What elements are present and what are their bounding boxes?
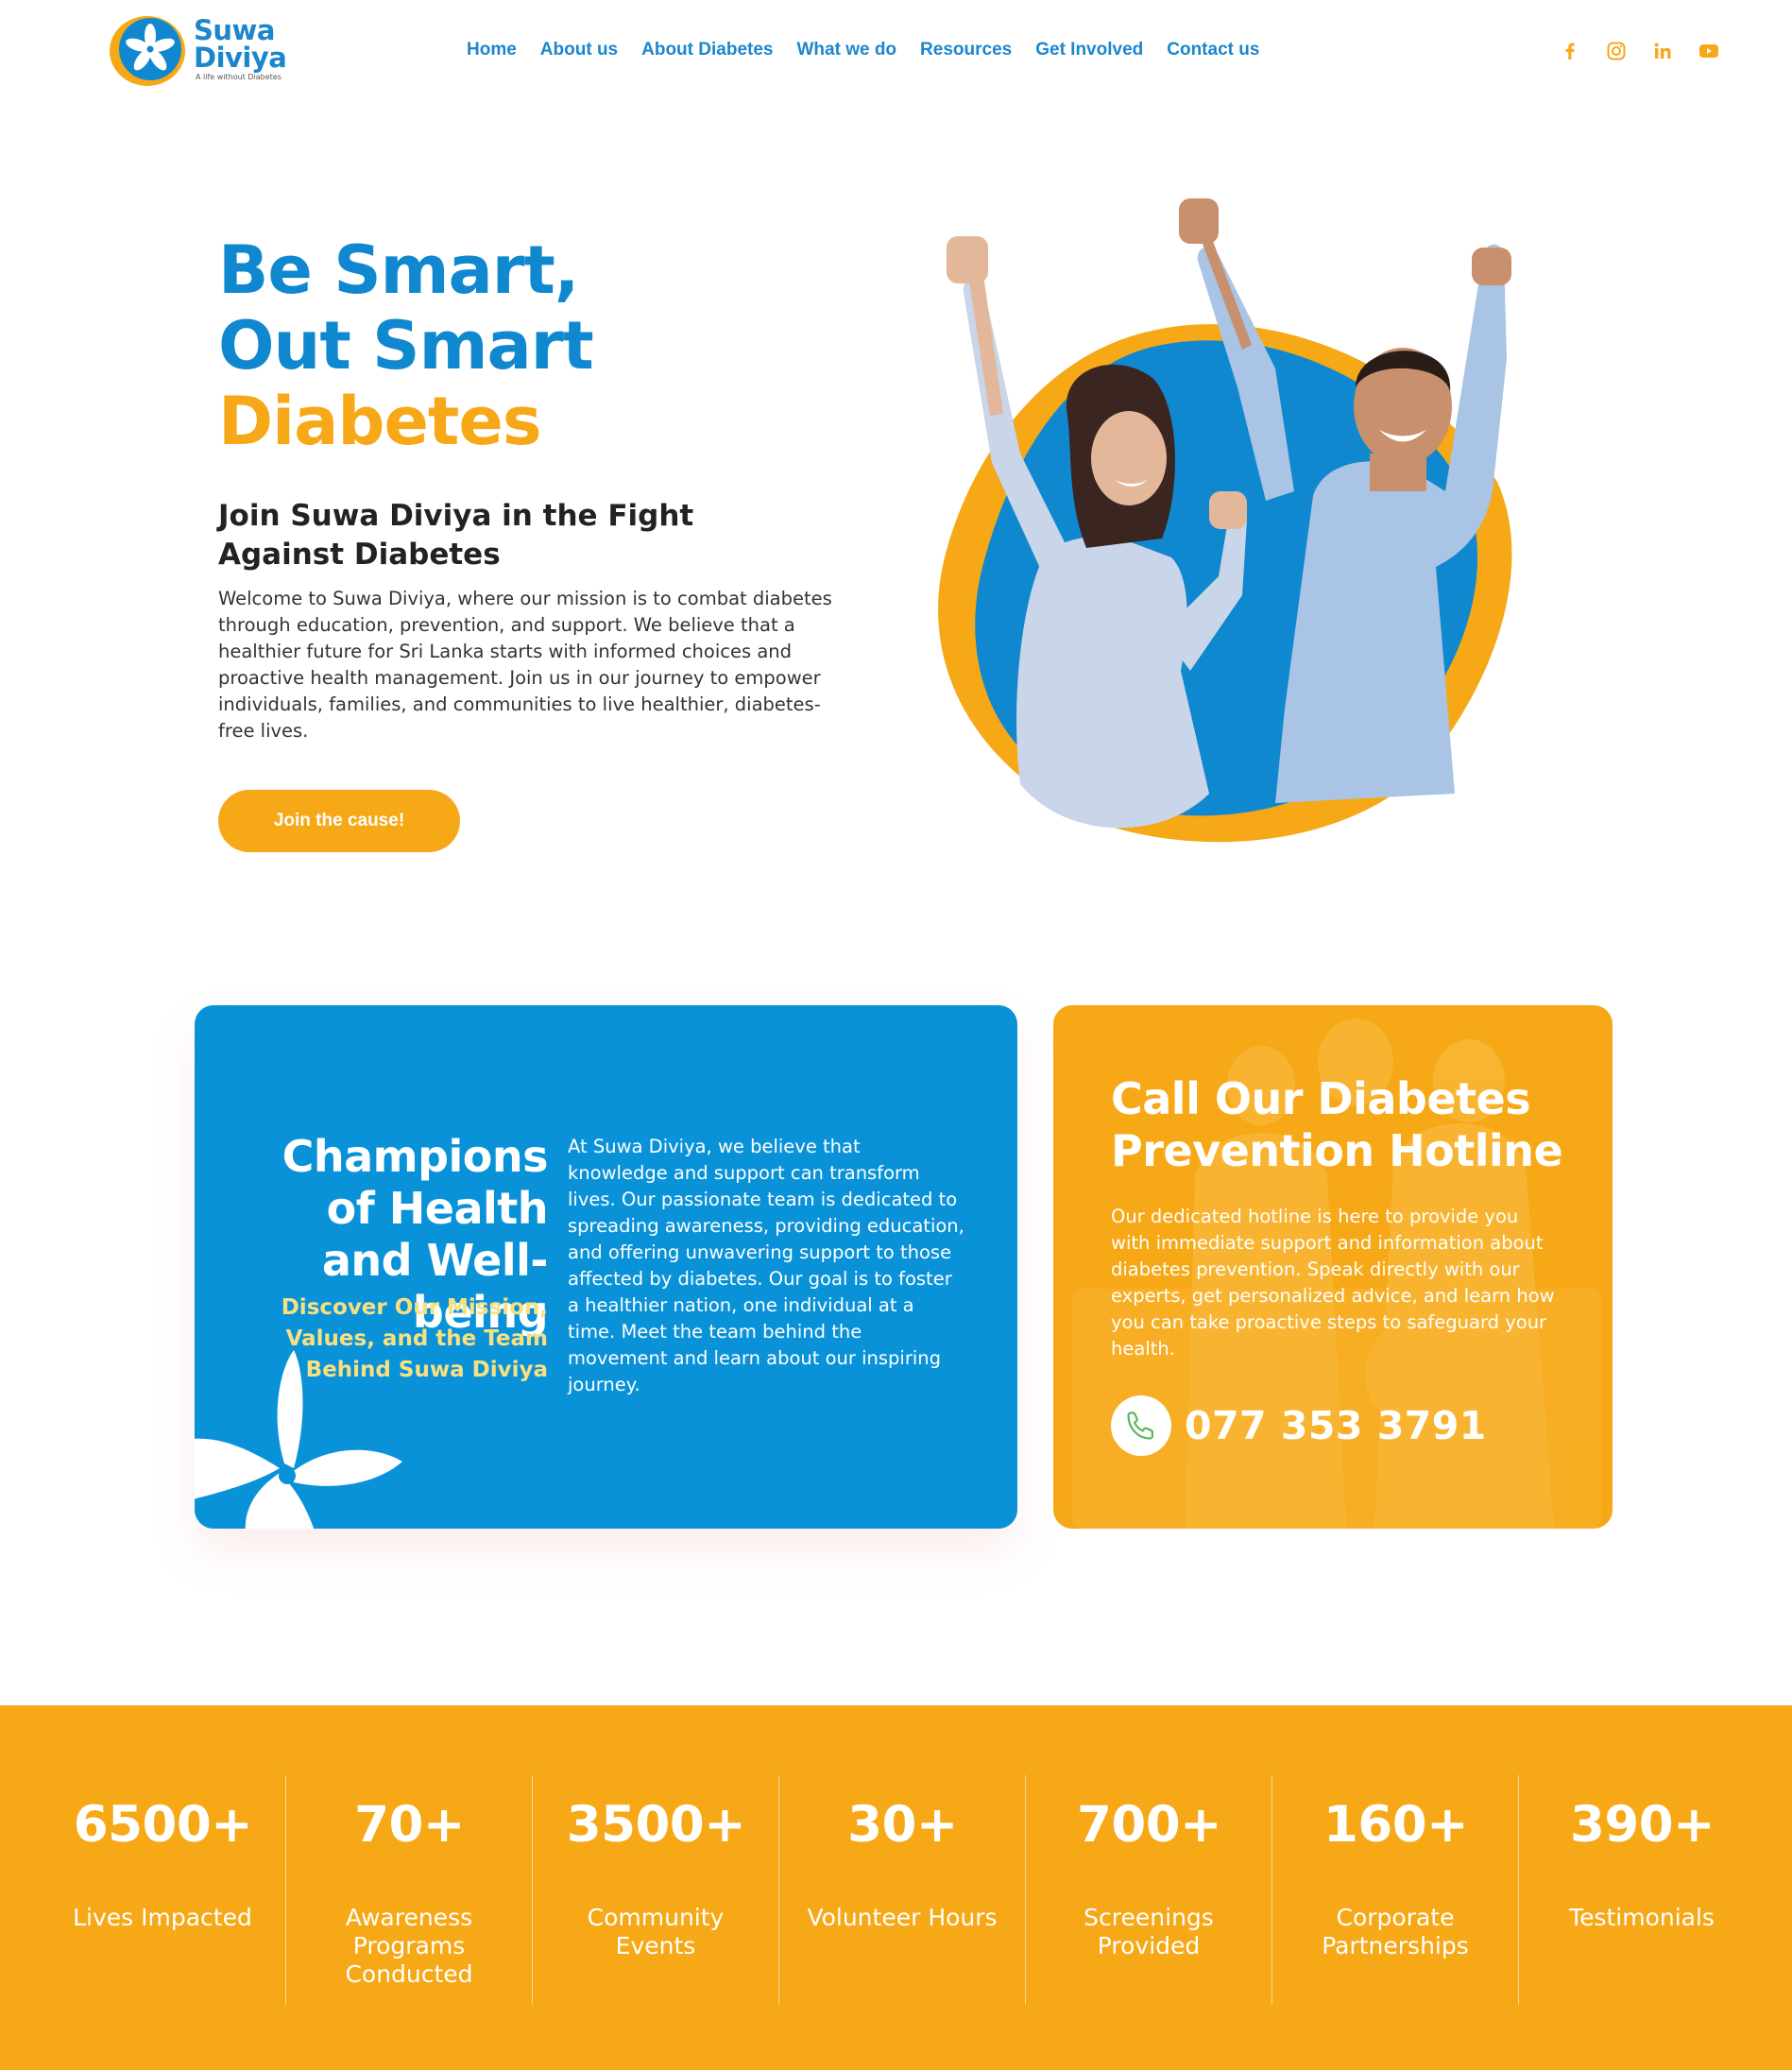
hero-body: Welcome to Suwa Diviya, where our missio… xyxy=(218,588,832,742)
stat-community-events: 3500+ Community Events xyxy=(533,1775,779,2005)
nav-what-we-do[interactable]: What we do xyxy=(796,40,896,60)
nav-get-involved[interactable]: Get Involved xyxy=(1035,40,1143,60)
hero-title-line-2: Out Smart xyxy=(218,307,594,385)
stat-label: Community Events xyxy=(587,1904,725,1959)
site-header: Suwa Diviya A life without Diabetes Home… xyxy=(0,0,1792,104)
hotline-phone-number: 077 353 3791 xyxy=(1185,1403,1487,1448)
stat-value: 6500+ xyxy=(73,1796,253,1854)
stat-value: 70+ xyxy=(354,1796,465,1854)
nav-about-diabetes[interactable]: About Diabetes xyxy=(641,40,773,60)
logo-word-diviya: Diviya xyxy=(194,42,287,74)
hotline-body: Our dedicated hotline is here to provide… xyxy=(1111,1206,1555,1360)
stat-screenings-provided: 700+ Screenings Provided xyxy=(1026,1775,1272,2005)
stat-testimonials: 390+ Testimonials xyxy=(1519,1775,1766,2005)
facebook-icon[interactable] xyxy=(1557,38,1583,64)
hero-title-line-1: Be Smart, xyxy=(218,231,579,309)
hotline-card: Call Our Diabetes Prevention Hotline Our… xyxy=(1053,1005,1613,1529)
join-cause-button[interactable]: Join the cause! xyxy=(218,790,460,852)
stat-label: Awareness Programs Conducted xyxy=(345,1904,473,1988)
stat-label: Testimonials xyxy=(1569,1904,1715,1931)
stat-value: 390+ xyxy=(1569,1796,1715,1854)
stat-corporate-partnerships: 160+ Corporate Partnerships xyxy=(1272,1775,1519,2005)
decorative-flower-icon xyxy=(195,1350,402,1529)
stat-label: Corporate Partnerships xyxy=(1322,1904,1469,1959)
stat-value: 160+ xyxy=(1323,1796,1469,1854)
instagram-icon[interactable] xyxy=(1603,38,1630,64)
hotline-phone-link[interactable]: 077 353 3791 xyxy=(1111,1395,1487,1456)
hero-title-line-3: Diabetes xyxy=(218,383,542,460)
logo-wordmark: Suwa Diviya xyxy=(194,14,287,74)
logo-tagline: A life without Diabetes xyxy=(196,73,282,81)
nav-contact-us[interactable]: Contact us xyxy=(1167,40,1259,60)
stat-lives-impacted: 6500+ Lives Impacted xyxy=(40,1775,286,2005)
logo-word-suwa: Suwa xyxy=(194,14,275,46)
stat-value: 700+ xyxy=(1076,1796,1222,1854)
nav-about-us[interactable]: About us xyxy=(540,40,618,60)
nav-home[interactable]: Home xyxy=(467,40,517,60)
stat-label: Lives Impacted xyxy=(73,1904,252,1931)
champions-card: Champions of Health and Well-being Disco… xyxy=(195,1005,1017,1529)
flower-logo-icon xyxy=(110,16,185,86)
hero-title: Be Smart, Out Smart Diabetes xyxy=(218,231,594,460)
hero-illustration xyxy=(938,198,1512,843)
stat-volunteer-hours: 30+ Volunteer Hours xyxy=(779,1775,1026,2005)
stat-label: Volunteer Hours xyxy=(807,1904,998,1931)
phone-icon xyxy=(1111,1395,1171,1456)
hero-subtitle: Join Suwa Diviya in the Fight Against Di… xyxy=(218,499,694,572)
champions-body: At Suwa Diviya, we believe that knowledg… xyxy=(568,1136,964,1395)
social-links xyxy=(1557,38,1742,64)
stat-label: Screenings Provided xyxy=(1084,1904,1214,1959)
stat-value: 3500+ xyxy=(566,1796,746,1854)
hotline-title: Call Our Diabetes Prevention Hotline xyxy=(1111,1073,1563,1176)
youtube-icon[interactable] xyxy=(1696,38,1722,64)
linkedin-icon[interactable] xyxy=(1649,38,1676,64)
nav-resources[interactable]: Resources xyxy=(920,40,1012,60)
main-nav: Home About us About Diabetes What we do … xyxy=(467,40,1283,60)
site-logo[interactable]: Suwa Diviya A life without Diabetes xyxy=(109,13,288,89)
stat-awareness-programs: 70+ Awareness Programs Conducted xyxy=(286,1775,533,2005)
stat-value: 30+ xyxy=(847,1796,958,1854)
impact-stats: 6500+ Lives Impacted 70+ Awareness Progr… xyxy=(0,1705,1792,2070)
